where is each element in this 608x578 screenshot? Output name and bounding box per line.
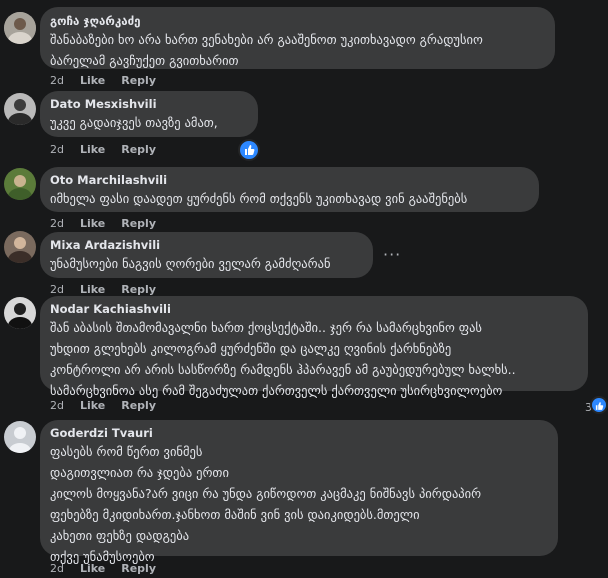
comment-author[interactable]: Mixa Ardazishvili xyxy=(50,238,361,253)
comment-text-line: ფეხებზე მკიდიხართ.ჯანხოთ მაშინ ვინ ვის დ… xyxy=(50,507,420,522)
like-button[interactable]: Like xyxy=(80,562,105,575)
comment-bubble: Oto Marchilashvili იმხელა ფასი დაადეთ ყუ… xyxy=(40,167,539,212)
comment-actions: 2d Like Reply xyxy=(50,562,172,575)
comment-time[interactable]: 2d xyxy=(50,217,64,230)
comment-actions: 2d Like Reply xyxy=(50,74,172,87)
comment-bubble: გოჩა ჯღარკაძე შანაბაზები ხო არა ხართ ვენ… xyxy=(40,7,555,69)
comment-author[interactable]: Oto Marchilashvili xyxy=(50,173,527,188)
avatar[interactable] xyxy=(4,297,36,329)
reply-button[interactable]: Reply xyxy=(121,143,156,156)
avatar[interactable] xyxy=(4,421,36,453)
comment-text-line: კონტროლი არ არის სასწორზე რამდენს ჰპარავ… xyxy=(50,362,516,377)
comment-author[interactable]: Goderdzi Tvauri xyxy=(50,426,546,441)
more-options-icon[interactable]: ··· xyxy=(383,247,401,263)
comment-text-line: შან აბასის შთამომავალნი ხართ ქოცსექტაში.… xyxy=(50,320,482,335)
comment-text-line: სამარცხვინოა ასე რამ შეგაძულათ ქართველს … xyxy=(50,383,503,398)
comment-time[interactable]: 2d xyxy=(50,562,64,575)
reply-button[interactable]: Reply xyxy=(121,562,156,575)
comment-bubble: Mixa Ardazishvili უნამუსოები ნაგვის ღორე… xyxy=(40,232,373,278)
comment-author[interactable]: Dato Mesxishvili xyxy=(50,97,246,112)
like-reaction-icon[interactable] xyxy=(590,396,608,414)
comment-author[interactable]: Nodar Kachiashvili xyxy=(50,302,576,317)
comment-author[interactable]: გოჩა ჯღარკაძე xyxy=(50,14,543,29)
like-button[interactable]: Like xyxy=(80,283,105,296)
like-button[interactable]: Like xyxy=(80,74,105,87)
comment-actions: 2d Like Reply xyxy=(50,217,172,230)
comment-actions: 2d Like Reply xyxy=(50,399,172,412)
comment-text-line: დაგითვლიათ რა ჯდება ერთი xyxy=(50,465,229,480)
like-button[interactable]: Like xyxy=(80,217,105,230)
comment-actions: 2d Like Reply xyxy=(50,283,172,296)
comment-time[interactable]: 2d xyxy=(50,143,64,156)
avatar-photo-icon xyxy=(4,168,36,200)
avatar[interactable] xyxy=(4,12,36,44)
comment-text-line: უკვე გადაიჯვეს თავზე ამათ, xyxy=(50,115,218,130)
reply-button[interactable]: Reply xyxy=(121,74,156,87)
avatar-photo-icon xyxy=(4,297,36,329)
comment-text-line: უხდით გლეხებს კილოგრამ ყურძენში და ცალკე… xyxy=(50,341,452,356)
reply-button[interactable]: Reply xyxy=(121,399,156,412)
avatar[interactable] xyxy=(4,231,36,263)
avatar[interactable] xyxy=(4,93,36,125)
comment-text-line: იმხელა ფასი დაადეთ ყურძენს რომ თქვენს უკ… xyxy=(50,191,468,206)
comment-text-line: უნამუსოები ნაგვის ღორები ველარ გამძღარან xyxy=(50,256,331,271)
comment-text-line: კილოს მოყვანა?არ ვიცი რა უნდა გიწოდოთ კა… xyxy=(50,486,482,501)
reply-button[interactable]: Reply xyxy=(121,283,156,296)
like-button[interactable]: Like xyxy=(80,399,105,412)
default-avatar-icon xyxy=(4,421,36,453)
avatar-photo-icon xyxy=(4,231,36,263)
avatar-photo-icon xyxy=(4,12,36,44)
avatar[interactable] xyxy=(4,168,36,200)
like-button[interactable]: Like xyxy=(80,143,105,156)
comment-text-line: ფასებს რომ წერთ ვინმეს xyxy=(50,444,203,459)
comment-bubble: Dato Mesxishvili უკვე გადაიჯვეს თავზე ამ… xyxy=(40,91,258,137)
comment-text-line: შანაბაზები ხო არა ხართ ვენახები არ გააშე… xyxy=(50,32,483,47)
comment-time[interactable]: 2d xyxy=(50,74,64,87)
comment-text-line: ბარელამ გავჩუქეთ გვითხარით xyxy=(50,53,239,68)
reply-button[interactable]: Reply xyxy=(121,217,156,230)
avatar-photo-icon xyxy=(4,93,36,125)
comment-bubble: Goderdzi Tvauri ფასებს რომ წერთ ვინმეს დ… xyxy=(40,420,558,564)
comment-text-line: კახეთი ფეხზე დადგება xyxy=(50,528,190,543)
comment-bubble: Nodar Kachiashvili შან აბასის შთამომავალ… xyxy=(40,296,588,398)
like-reaction-icon[interactable] xyxy=(238,139,260,161)
comment-time[interactable]: 2d xyxy=(50,399,64,412)
comment-time[interactable]: 2d xyxy=(50,283,64,296)
comment-actions: 2d Like Reply xyxy=(50,143,172,156)
